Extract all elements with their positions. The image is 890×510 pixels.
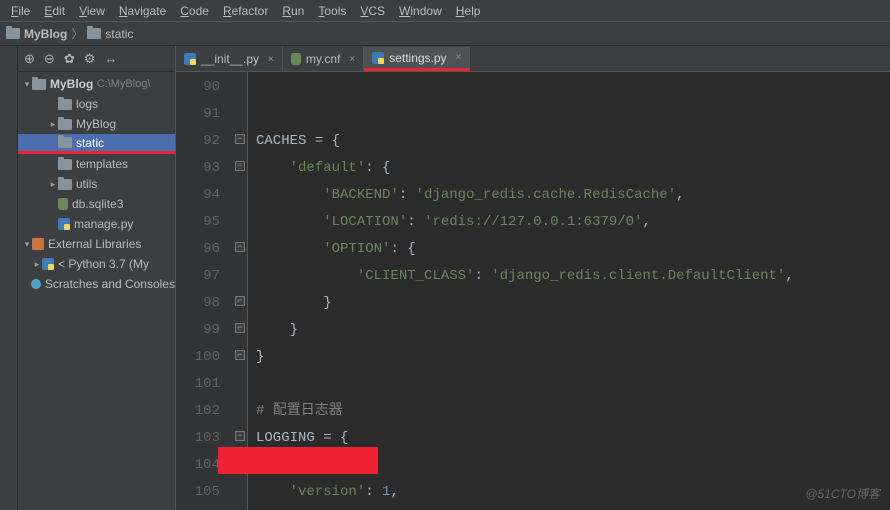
- editor-tabs: __init__.py×my.cnf×settings.py×: [176, 46, 890, 72]
- folder-icon: [58, 159, 72, 170]
- fold-marker[interactable]: ⌐: [235, 350, 245, 360]
- menu-refactor[interactable]: Refactor: [216, 4, 275, 18]
- menu-view[interactable]: View: [72, 4, 112, 18]
- fold-marker[interactable]: −: [235, 431, 245, 441]
- python-icon: [184, 53, 196, 65]
- tree-item-utils[interactable]: ▸utils: [18, 174, 175, 194]
- fold-marker[interactable]: −: [235, 161, 245, 171]
- fold-marker[interactable]: −: [235, 242, 245, 252]
- tree-python[interactable]: ▸< Python 3.7 (My: [18, 254, 175, 274]
- close-icon[interactable]: ×: [268, 54, 274, 65]
- tree-item-templates[interactable]: templates: [18, 154, 175, 174]
- menu-edit[interactable]: Edit: [37, 4, 72, 18]
- close-icon[interactable]: ×: [349, 54, 355, 65]
- cfg-icon: [291, 53, 301, 65]
- python-icon: [42, 258, 54, 270]
- tree-item-logs[interactable]: logs: [18, 94, 175, 114]
- db-icon: [58, 198, 68, 210]
- tool-strip[interactable]: [0, 46, 18, 510]
- tree-root[interactable]: ▾MyBlog C:\MyBlog\: [18, 74, 175, 94]
- fold-marker[interactable]: −: [235, 134, 245, 144]
- tree-item-manage.py[interactable]: manage.py: [18, 214, 175, 234]
- folder-icon: [58, 137, 72, 148]
- code-content[interactable]: CACHES = { 'default': { 'BACKEND': 'djan…: [248, 72, 890, 510]
- menu-tools[interactable]: Tools: [311, 4, 353, 18]
- menu-help[interactable]: Help: [449, 4, 488, 18]
- menu-code[interactable]: Code: [173, 4, 216, 18]
- chevron-right-icon: 〉: [71, 25, 83, 42]
- library-icon: [32, 238, 44, 250]
- breadcrumb: MyBlog 〉 static: [0, 22, 890, 46]
- folder-icon: [58, 99, 72, 110]
- py-icon: [58, 218, 70, 230]
- toolbar-icon-0[interactable]: ⊕: [24, 51, 35, 67]
- menu-vcs[interactable]: VCS: [353, 4, 392, 18]
- toolbar-icon-2[interactable]: ✿: [64, 51, 75, 67]
- tree-item-db.sqlite3[interactable]: db.sqlite3: [18, 194, 175, 214]
- tab-my-cnf[interactable]: my.cnf×: [283, 47, 364, 71]
- folder-icon: [6, 28, 20, 39]
- tree-item-myblog[interactable]: ▸MyBlog: [18, 114, 175, 134]
- fold-marker[interactable]: ⌐: [235, 323, 245, 333]
- tab-__init__-py[interactable]: __init__.py×: [176, 47, 283, 71]
- toolbar-icon-1[interactable]: ⊖: [44, 51, 55, 67]
- folder-icon: [87, 28, 101, 39]
- sidebar-toolbar: ⊕ ⊖ ✿ ⚙ ↔: [18, 46, 175, 72]
- folder-icon: [32, 79, 46, 90]
- folder-icon: [58, 179, 72, 190]
- toolbar-icon-3[interactable]: ⚙: [84, 51, 96, 67]
- fold-bar[interactable]: − − − ⌐ ⌐ ⌐ −: [234, 72, 248, 510]
- tree-item-static[interactable]: static: [18, 134, 175, 154]
- close-icon[interactable]: ×: [456, 52, 462, 63]
- breadcrumb-project[interactable]: MyBlog: [6, 27, 67, 41]
- code-editor[interactable]: 9091929394959697989910010110210310410510…: [176, 72, 890, 510]
- line-numbers: 9091929394959697989910010110210310410510…: [176, 72, 234, 510]
- fold-marker[interactable]: ⌐: [235, 296, 245, 306]
- menu-bar: FileEditViewNavigateCodeRefactorRunTools…: [0, 0, 890, 22]
- watermark: @51CTO博客: [805, 485, 880, 502]
- toolbar-icon-4[interactable]: ↔: [104, 51, 117, 66]
- python-icon: [372, 52, 384, 64]
- menu-navigate[interactable]: Navigate: [112, 4, 173, 18]
- menu-file[interactable]: File: [4, 4, 37, 18]
- folder-icon: [58, 119, 72, 130]
- menu-run[interactable]: Run: [275, 4, 311, 18]
- project-sidebar: ⊕ ⊖ ✿ ⚙ ↔ ▾MyBlog C:\MyBlog\ logs▸MyBlogstat…: [18, 46, 176, 510]
- tab-settings-py[interactable]: settings.py×: [364, 47, 470, 71]
- breadcrumb-folder[interactable]: static: [87, 27, 133, 41]
- tree-external[interactable]: ▾External Libraries: [18, 234, 175, 254]
- project-tree: ▾MyBlog C:\MyBlog\ logs▸MyBlogstatictemp…: [18, 72, 175, 510]
- menu-window[interactable]: Window: [392, 4, 449, 18]
- scratch-icon: [31, 279, 40, 289]
- tree-scratches[interactable]: Scratches and Consoles: [18, 274, 175, 294]
- editor-area: __init__.py×my.cnf×settings.py× 90919293…: [176, 46, 890, 510]
